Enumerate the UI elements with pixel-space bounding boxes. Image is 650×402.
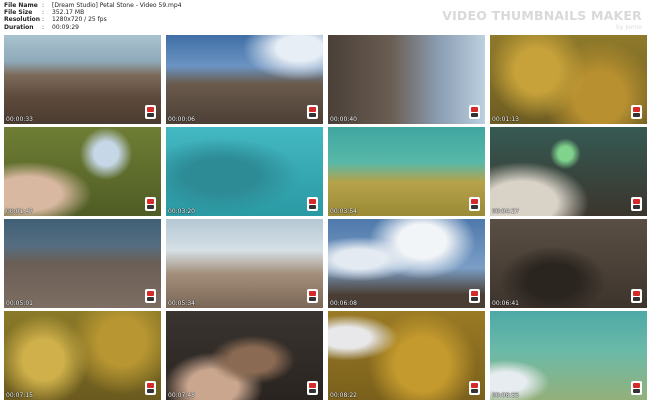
channel-logo-icon	[631, 197, 642, 211]
brand-title: VIDEO THUMBNAILS MAKER	[442, 8, 642, 23]
meta-separator: :	[42, 9, 45, 17]
meta-key: Duration	[4, 23, 34, 31]
thumbnail-timestamp: 00:03:54	[330, 208, 357, 215]
video-thumbnail[interactable]: 00:07:48	[166, 311, 323, 400]
thumbnail-image	[328, 127, 485, 216]
channel-logo-icon	[307, 197, 318, 211]
meta-value: [Dream Studio] Petal Stone - Video 59.mp…	[52, 2, 182, 9]
thumbnail-image	[490, 35, 647, 124]
channel-logo-icon	[307, 289, 318, 303]
thumbnail-image	[490, 311, 647, 400]
meta-value: 352.17 MB	[52, 9, 85, 17]
thumbnail-image	[166, 219, 323, 308]
meta-separator: :	[42, 23, 45, 31]
thumbnail-image	[328, 35, 485, 124]
meta-separator: :	[42, 2, 45, 9]
thumbnail-image	[328, 219, 485, 308]
thumbnail-timestamp: 00:04:27	[492, 208, 519, 215]
meta-value: 00:09:29	[52, 23, 79, 31]
thumbnail-timestamp: 00:07:15	[6, 392, 33, 399]
thumbnail-timestamp: 00:08:55	[492, 392, 519, 399]
video-thumbnail[interactable]: 00:03:54	[328, 127, 485, 216]
video-thumbnail[interactable]: 00:00:40	[328, 35, 485, 124]
sheet-header: File Name: [Dream Studio] Petal Stone - V…	[4, 2, 646, 32]
thumbnail-image	[4, 219, 161, 308]
meta-key: File Name	[4, 2, 38, 9]
meta-value: 1280x720 / 25 fps	[52, 16, 107, 24]
channel-logo-icon	[631, 289, 642, 303]
video-thumbnail[interactable]: 00:08:22	[328, 311, 485, 400]
video-thumbnail[interactable]: 00:06:41	[490, 219, 647, 308]
thumbnail-timestamp: 00:00:33	[6, 116, 33, 123]
meta-key: Resolution	[4, 16, 41, 24]
thumbnail-timestamp: 00:05:01	[6, 300, 33, 307]
video-thumbnail[interactable]: 00:05:01	[4, 219, 161, 308]
video-thumbnail[interactable]: 00:04:27	[490, 127, 647, 216]
video-thumbnail[interactable]: 00:01:47	[4, 127, 161, 216]
video-thumbnail[interactable]: 00:05:34	[166, 219, 323, 308]
thumbnail-image	[166, 35, 323, 124]
thumbnail-image	[4, 35, 161, 124]
thumbnail-image	[4, 311, 161, 400]
channel-logo-icon	[469, 381, 480, 395]
video-thumbnail[interactable]: 00:08:55	[490, 311, 647, 400]
thumbnail-image	[328, 311, 485, 400]
video-thumbnail[interactable]: 00:00:06	[166, 35, 323, 124]
thumbnail-image	[490, 127, 647, 216]
thumbnail-timestamp: 00:08:22	[330, 392, 357, 399]
thumbnail-timestamp: 00:06:08	[330, 300, 357, 307]
thumbnail-timestamp: 00:07:48	[168, 392, 195, 399]
channel-logo-icon	[631, 105, 642, 119]
channel-logo-icon	[307, 381, 318, 395]
thumbnail-timestamp: 00:06:41	[492, 300, 519, 307]
brand-watermark: VIDEO THUMBNAILS MAKER by Jomio	[442, 8, 642, 31]
thumbnail-timestamp: 00:03:20	[168, 208, 195, 215]
thumbnail-timestamp: 00:00:40	[330, 116, 357, 123]
thumbnail-image	[490, 219, 647, 308]
channel-logo-icon	[631, 381, 642, 395]
thumbnail-timestamp: 00:01:13	[492, 116, 519, 123]
brand-subtitle: by Jomio	[616, 24, 642, 31]
thumbnail-timestamp: 00:05:34	[168, 300, 195, 307]
video-thumbnail[interactable]: 00:03:20	[166, 127, 323, 216]
thumbnail-grid: 00:00:33 00:00:06 00:00:40 00:01:13 00:01:47…	[4, 35, 647, 400]
channel-logo-icon	[145, 105, 156, 119]
channel-logo-icon	[469, 289, 480, 303]
thumbnail-timestamp: 00:00:06	[168, 116, 195, 123]
video-thumbnail[interactable]: 00:07:15	[4, 311, 161, 400]
channel-logo-icon	[145, 197, 156, 211]
thumbnail-image	[4, 127, 161, 216]
video-thumbnail[interactable]: 00:06:08	[328, 219, 485, 308]
meta-row: File Size:352.17 MB	[4, 9, 182, 16]
channel-logo-icon	[145, 381, 156, 395]
video-thumbnail[interactable]: 00:01:13	[490, 35, 647, 124]
meta-row: Resolution:1280x720 / 25 fps	[4, 16, 182, 23]
video-thumbnail[interactable]: 00:00:33	[4, 35, 161, 124]
file-metadata: File Name: [Dream Studio] Petal Stone - V…	[4, 2, 182, 31]
channel-logo-icon	[469, 105, 480, 119]
meta-row: Duration:00:09:29	[4, 24, 182, 31]
channel-logo-icon	[307, 105, 318, 119]
meta-key: File Size	[4, 9, 33, 17]
channel-logo-icon	[469, 197, 480, 211]
thumbnail-image	[166, 311, 323, 400]
thumbnail-timestamp: 00:01:47	[6, 208, 33, 215]
thumbnail-image	[166, 127, 323, 216]
channel-logo-icon	[145, 289, 156, 303]
meta-separator: :	[42, 16, 45, 24]
meta-row: File Name: [Dream Studio] Petal Stone - V…	[4, 2, 182, 9]
